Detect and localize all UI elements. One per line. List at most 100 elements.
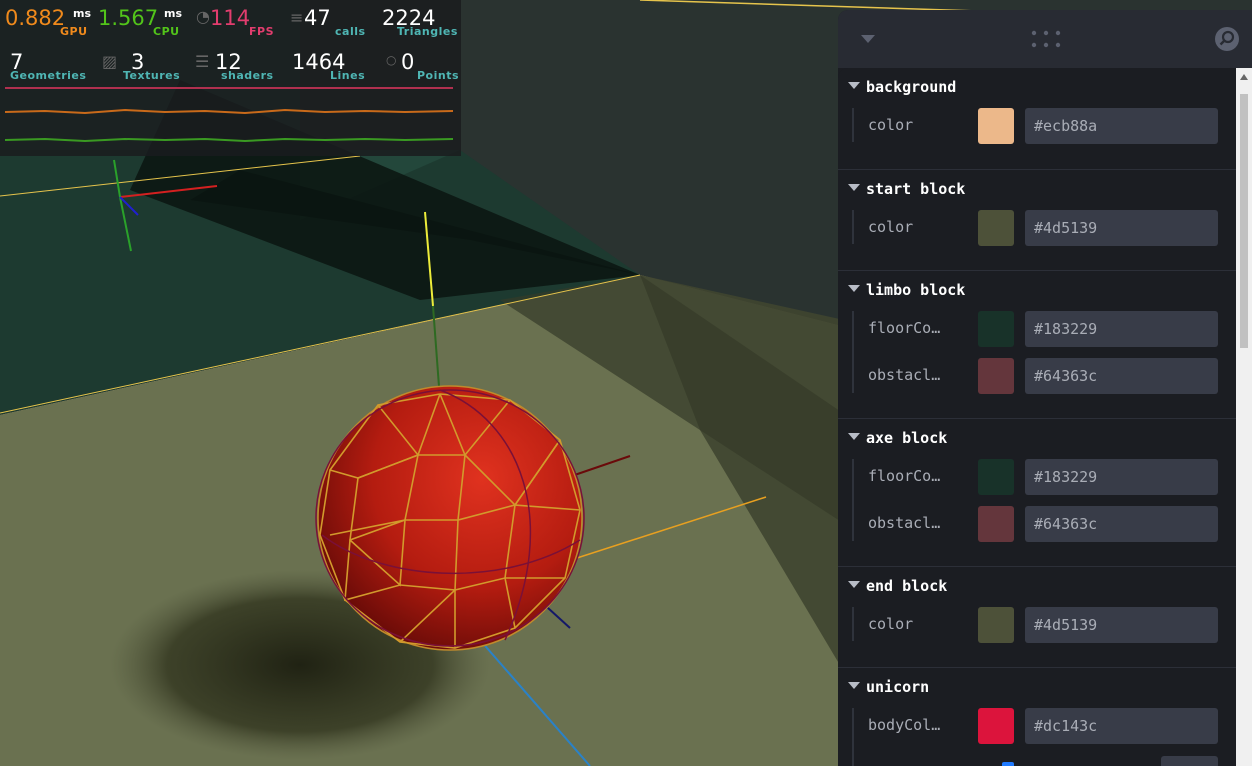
color-hex-input[interactable]: #183229: [1025, 311, 1218, 347]
color-swatch[interactable]: [978, 210, 1014, 246]
folder-title-text: background: [866, 78, 957, 96]
color-control-end-block: color #4d5139: [868, 607, 1224, 643]
stats-graph: [5, 108, 453, 143]
color-hex-input[interactable]: #4d5139: [1025, 210, 1218, 246]
chevron-down-icon[interactable]: [848, 581, 860, 588]
controls-panel: background color #ecb88a start block col…: [838, 10, 1252, 766]
folder-indent-line: [852, 607, 854, 641]
fps-value: 114: [210, 6, 251, 30]
color-swatch[interactable]: [978, 506, 1014, 542]
textures-stat: ▨ 3 Textures: [102, 50, 182, 84]
stats-divider: [5, 87, 453, 89]
calls-label: calls: [335, 25, 366, 38]
shaders-label: shaders: [221, 69, 274, 82]
color-control-start-block: color #4d5139: [868, 210, 1224, 246]
floor-color-control: floorCo… #183229: [868, 459, 1224, 495]
control-name: obstacl…: [868, 514, 941, 532]
panel-body: background color #ecb88a start block col…: [838, 68, 1236, 766]
chevron-down-icon[interactable]: [861, 35, 875, 43]
folder-indent-line: [852, 210, 854, 244]
color-hex-input[interactable]: #ecb88a: [1025, 108, 1218, 144]
folder-unicorn: unicorn bodyCol… #dc143c: [838, 668, 1236, 766]
folder-start-block: start block color #4d5139: [838, 170, 1236, 271]
point-icon: ○: [386, 53, 397, 67]
folder-title-text: axe block: [866, 429, 948, 447]
obstacle-color-control: obstacl… #64363c: [868, 358, 1224, 394]
scrollbar[interactable]: [1236, 68, 1252, 766]
color-hex-input[interactable]: #dc143c: [1025, 708, 1218, 744]
calls-stat: ≡ 47 calls: [290, 6, 370, 40]
color-swatch[interactable]: [978, 607, 1014, 643]
stats-panel: 0.882 ms GPU 1.567 ms CPU ◔ 114 FPS ≡ 47…: [0, 0, 461, 156]
folder-title-text: end block: [866, 577, 948, 595]
color-swatch[interactable]: [978, 311, 1014, 347]
triangles-stat: 2224 Triangles: [382, 6, 460, 40]
folder-title-end-block[interactable]: end block: [848, 577, 947, 597]
color-hex-input[interactable]: #183229: [1025, 459, 1218, 495]
calls-value: 47: [304, 6, 331, 30]
folder-limbo-block: limbo block floorCo… #183229 obstacl… #6…: [838, 271, 1236, 419]
color-control-background: color #ecb88a: [868, 108, 1224, 144]
control-name: color: [868, 218, 914, 236]
control-name: bodyCol…: [868, 716, 941, 734]
color-hex-input[interactable]: #64363c: [1025, 506, 1218, 542]
control-name: floorCo…: [868, 319, 941, 337]
folder-title-text: start block: [866, 180, 966, 198]
image-icon: ▨: [102, 52, 118, 71]
control-name: color: [868, 615, 914, 633]
lines-stat: 1464 Lines: [292, 50, 370, 84]
gpu-unit: ms: [73, 7, 92, 20]
color-hex-input[interactable]: #4d5139: [1025, 607, 1218, 643]
control-name: obstacl…: [868, 366, 941, 384]
chevron-down-icon[interactable]: [848, 682, 860, 689]
textures-label: Textures: [123, 69, 181, 82]
shaders-stat: ☰ 12 shaders: [195, 50, 275, 84]
panel-header: [838, 10, 1252, 68]
folder-title-start-block[interactable]: start block: [848, 180, 965, 200]
folder-title-unicorn[interactable]: unicorn: [848, 678, 929, 698]
body-color-control: bodyCol… #dc143c: [868, 708, 1224, 744]
lines-label: Lines: [330, 69, 366, 82]
points-label: Points: [417, 69, 460, 82]
drag-handle-icon[interactable]: [1031, 30, 1063, 48]
folder-title-axe-block[interactable]: axe block: [848, 429, 947, 449]
control-name: color: [868, 116, 914, 134]
search-icon[interactable]: [1214, 26, 1240, 52]
calls-icon: ≡: [290, 8, 304, 27]
geometries-label: Geometries: [10, 69, 87, 82]
folder-indent-line: [852, 708, 854, 766]
fps-stat: ◔ 114 FPS: [196, 6, 276, 40]
chevron-down-icon[interactable]: [848, 433, 860, 440]
folder-indent-line: [852, 108, 854, 142]
number-input[interactable]: [1161, 756, 1218, 766]
cpu-unit: ms: [164, 7, 183, 20]
obstacle-color-control: obstacl… #64363c: [868, 506, 1224, 542]
chevron-down-icon[interactable]: [848, 285, 860, 292]
timer-icon: ◔: [196, 7, 210, 26]
folder-end-block: end block color #4d5139: [838, 567, 1236, 668]
cpu-stat: 1.567 ms CPU: [98, 6, 188, 40]
color-swatch[interactable]: [978, 708, 1014, 744]
chevron-down-icon[interactable]: [848, 184, 860, 191]
color-swatch[interactable]: [978, 358, 1014, 394]
scroll-up-icon[interactable]: [1240, 74, 1248, 80]
scrollbar-thumb[interactable]: [1240, 94, 1248, 348]
cpu-value: 1.567: [98, 6, 159, 30]
color-hex-input[interactable]: #64363c: [1025, 358, 1218, 394]
color-swatch[interactable]: [978, 108, 1014, 144]
folder-axe-block: axe block floorCo… #183229 obstacl… #643…: [838, 419, 1236, 567]
geometries-stat: 7 Geometries: [10, 50, 100, 84]
folder-background: background color #ecb88a: [838, 68, 1236, 170]
cpu-label: CPU: [153, 25, 180, 38]
points-stat: ○ 0 Points: [386, 50, 460, 84]
color-swatch[interactable]: [978, 459, 1014, 495]
fps-label: FPS: [249, 25, 274, 38]
folder-title-background[interactable]: background: [848, 78, 956, 98]
floor-color-control: floorCo… #183229: [868, 311, 1224, 347]
chevron-down-icon[interactable]: [848, 82, 860, 89]
checkbox[interactable]: [1002, 762, 1014, 766]
folder-indent-line: [852, 311, 854, 393]
points-value: 0: [401, 50, 415, 74]
folder-title-limbo-block[interactable]: limbo block: [848, 281, 965, 301]
folder-title-text: unicorn: [866, 678, 930, 696]
